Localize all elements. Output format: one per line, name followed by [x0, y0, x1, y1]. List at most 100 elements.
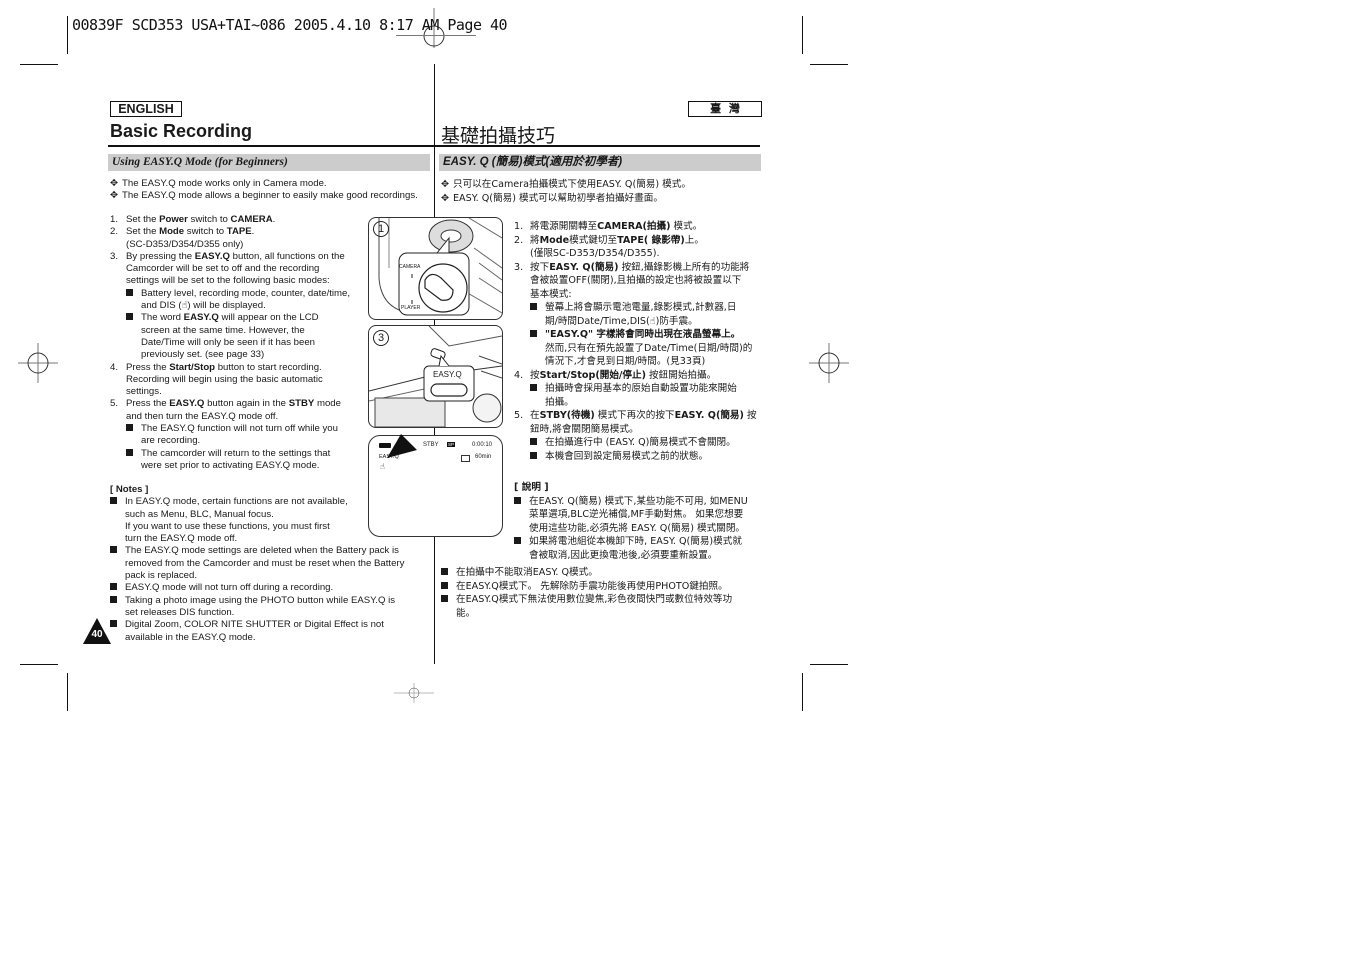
square-bullet-icon — [126, 448, 133, 456]
intro-bullet: ✥ 只可以在Camera拍攝模式下使用EASY. Q(簡易) 模式。 — [441, 179, 691, 190]
notes-heading: [ Notes ] — [110, 484, 149, 495]
registration-mark-icon — [394, 683, 434, 703]
note-line: removed from the Camcorder and must be r… — [125, 557, 405, 569]
step-5-zh: 5. 在STBY(待機) 模式下再次的按下EASY. Q(簡易) 按 — [514, 410, 757, 421]
square-bullet-icon — [126, 288, 133, 296]
step-3-line-zh: 基本模式: — [530, 288, 572, 300]
step-2: 2. Set the Mode switch to TAPE. — [110, 226, 255, 238]
section-title-zh: EASY. Q (簡易)模式(適用於初學者) — [439, 154, 761, 171]
crop-mark — [67, 673, 68, 711]
crop-mark — [20, 64, 58, 65]
crop-mark — [20, 664, 58, 665]
square-bullet-icon — [514, 496, 521, 504]
outer-note-zh: 在EASY.Q模式下無法使用數位變焦,彩色夜間快門或數位特效等功 — [441, 593, 732, 607]
notes-heading-zh: [ 說明 ] — [514, 482, 549, 493]
step-3-zh: 3. 按下EASY. Q(簡易) 按鈕,攝錄影機上所有的功能將 — [514, 261, 750, 273]
crop-mark — [802, 16, 803, 54]
square-bullet-icon — [110, 546, 117, 554]
crop-mark — [810, 64, 848, 65]
step-3-sub-zh: "EASY.Q" 字樣將會同時出現在液晶螢幕上。 — [514, 328, 757, 342]
note-line-zh: 會被取消,因此更換電池後,必須要重新設置。 — [529, 549, 718, 561]
crop-mark — [802, 673, 803, 711]
notes-section: [ Notes ] In EASY.Q mode, certain functi… — [110, 484, 404, 644]
step-4: 4. Press the Start/Stop button to start r… — [110, 361, 322, 373]
intro-bullet: ✥ The EASY.Q mode works only in Camera mo… — [110, 178, 327, 189]
square-bullet-icon — [530, 438, 537, 445]
figure-step-3-easyq-button: 3 EASY.Q — [368, 325, 503, 428]
lcd-record-mode: SP — [447, 442, 456, 447]
square-bullet-icon — [126, 313, 133, 321]
camcorder-power-switch-illustration — [378, 218, 502, 316]
step-4-sub-zh: 拍攝時會採用基本的原始自動設置功能來開始 — [514, 382, 757, 396]
square-bullet-icon — [530, 303, 537, 310]
square-bullet-icon — [530, 330, 537, 337]
note-line: If you want to use these functions, you … — [125, 520, 330, 532]
note-item: In EASY.Q mode, certain functions are no… — [110, 496, 404, 508]
step-5-line-zh: 鈕時,將會關閉簡易模式。 — [530, 423, 639, 435]
page-title: Basic Recording — [110, 121, 253, 141]
dis-hand-icon: ☝ — [380, 462, 385, 471]
step-5: 5. Press the EASY.Q button again in the S… — [110, 398, 341, 410]
step-3-line: settings will be set to the following ba… — [126, 275, 330, 287]
note-item: EASY.Q mode will not turn off during a r… — [110, 582, 404, 594]
step-4-line: settings. — [126, 386, 162, 398]
slug-underline — [396, 35, 476, 36]
note-item-zh: 如果將電池組從本機卸下時, EASY. Q(簡易)模式就 — [514, 535, 748, 549]
step-marker-1: 1 — [373, 221, 389, 237]
intro-bullet: ✥ EASY. Q(簡易) 模式可以幫助初學者拍攝好畫面。 — [441, 193, 663, 204]
note-line: set releases DIS function. — [125, 606, 235, 618]
switch-label-player: PLAYER — [401, 305, 421, 311]
step-4-line: Recording will begin using the basic aut… — [126, 373, 323, 385]
step-3-sub-2-line: screen at the same time. However, the — [141, 324, 305, 336]
step-3-sub-line-zh: 期/時間Date/Time,DIS(☝)防手震。 — [545, 315, 698, 327]
step-3-sub-2-line: Date/Time will only be seen if it has be… — [141, 336, 316, 348]
square-bullet-icon — [110, 497, 117, 505]
square-bullet-icon — [110, 620, 117, 628]
note-line-zh: 菜單選項,BLC逆光補償,MF手動對焦。 如果您想要 — [529, 509, 744, 520]
notes-section-zh: [ 說明 ] 在EASY. Q(簡易) 模式下,某些功能不可用, 如MENU 菜… — [514, 481, 748, 562]
page-title-zh: 基礎拍攝技巧 — [441, 125, 556, 147]
note-item: Taking a photo image using the PHOTO but… — [110, 595, 404, 607]
intro-bullet: ✥ The EASY.Q mode allows a beginner to ea… — [110, 190, 418, 202]
print-slug-header: 00839F SCD353 USA+TAI~086 2005.4.10 8:17… — [72, 16, 508, 34]
note-line: available in the EASY.Q mode. — [125, 631, 256, 643]
language-tag-english: ENGLISH — [110, 101, 182, 117]
cross-bullet-icon: ✥ — [441, 179, 450, 190]
step-4-sub-line-zh: 拍攝。 — [545, 396, 574, 408]
note-item-zh: 在EASY. Q(簡易) 模式下,某些功能不可用, 如MENU — [514, 495, 748, 509]
note-line-zh: 使用這些功能,必須先將 EASY. Q(簡易) 模式關閉。 — [529, 522, 746, 534]
step-2-note: (SC-D353/D354/D355 only) — [126, 238, 244, 250]
note-item: Digital Zoom, COLOR NITE SHUTTER or Digi… — [110, 619, 404, 631]
tape-icon — [461, 455, 470, 462]
outer-note-zh: 在拍攝中不能取消EASY. Q模式。 — [441, 566, 732, 580]
steps-list: 1. Set the Power switch to CAMERA. 2. Set … — [110, 214, 350, 472]
square-bullet-icon — [126, 424, 133, 432]
outer-note-zh: 在EASY.Q模式下。 先解除防手震功能後再使用PHOTO鍵拍照。 — [441, 580, 732, 594]
square-bullet-icon — [441, 581, 448, 589]
step-5-sub-zh: 在拍攝進行中 (EASY. Q)簡易模式不會關閉。 — [514, 436, 757, 450]
step-5-sub-2-line: were set prior to activating EASY.Q mode… — [141, 459, 320, 471]
square-bullet-icon — [110, 583, 117, 591]
step-2-note-zh: (僅限SC-D353/D354/D355). — [530, 248, 660, 259]
step-3-sub-1-line: and DIS (☝) will be displayed. — [141, 300, 266, 312]
section-title: Using EASY.Q Mode (for Beginners) — [108, 154, 430, 171]
lcd-easyq: EASY.Q — [379, 454, 399, 460]
step-5-sub-1-line: are recording. — [141, 435, 201, 447]
step-1: 1. Set the Power switch to CAMERA. — [110, 214, 276, 225]
step-3-sub-line-zh: 然而,只有在預先設置了Date/Time(日期/時間)的 — [545, 342, 753, 354]
title-rule — [108, 145, 760, 147]
step-5-sub-1: The EASY.Q function will not turn off wh… — [110, 423, 350, 435]
steps-list-zh: 1. 將電源開關轉至CAMERA(拍攝) 模式。 2. 將Mode模式鍵切至TAPE… — [514, 220, 757, 463]
page-number-badge: 40 — [83, 618, 111, 644]
crop-mark — [810, 664, 848, 665]
step-1-zh: 1. 將電源開關轉至CAMERA(拍攝) 模式。 — [514, 221, 703, 232]
page-number: 40 — [91, 629, 103, 640]
switch-label-camera: CAMERA — [399, 264, 421, 270]
step-5-sub-2: The camcorder will return to the setting… — [110, 448, 350, 460]
step-3-sub-line-zh: 情況下,才會見到日期/時間。(見33頁) — [545, 356, 706, 367]
step-3-line-zh: 會被設置OFF(關閉),且拍攝的設定也將被設置以下 — [530, 275, 742, 286]
crop-mark — [67, 16, 68, 54]
language-tag-taiwan: 臺 灣 — [688, 101, 762, 117]
registration-mark-icon — [18, 343, 58, 383]
step-3-sub-2-line: previously set. (see page 33) — [141, 349, 265, 361]
